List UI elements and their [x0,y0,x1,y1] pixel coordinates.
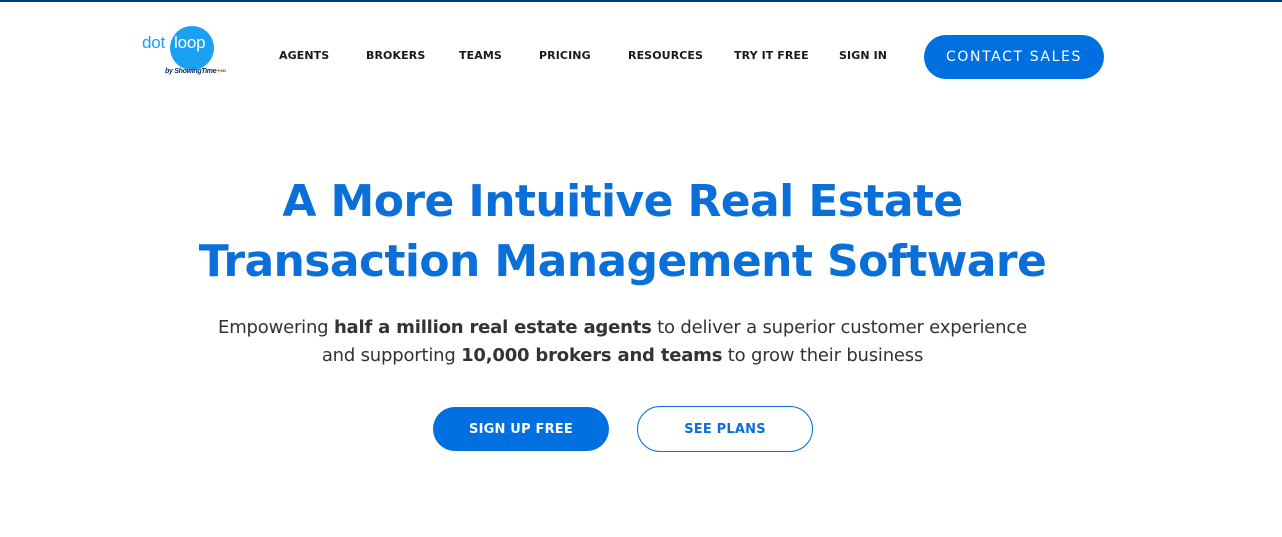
hero-title-line-1: A More Intuitive Real Estate [282,176,963,227]
logo-by-text: by [165,68,173,75]
hero-title: A More Intuitive Real Estate Transaction… [0,172,1245,292]
nav-item-teams[interactable]: TEAMS [459,49,502,62]
logo-byline: by ShowingTime+SM [165,68,226,75]
logo-text-dot: dot [142,33,166,52]
subtitle-highlight-brokers: 10,000 brokers and teams [461,345,723,366]
hero-title-line-2: Transaction Management Software [198,236,1047,287]
contact-sales-button[interactable]: CONTACT SALES [924,35,1104,79]
subtitle-text-4: to grow their business [722,345,924,366]
logo-partner-text: ShowingTime [174,68,217,75]
nav-item-agents[interactable]: AGENTS [279,49,329,62]
nav-item-resources[interactable]: RESOURCES [628,49,703,62]
logo-sm-mark: SM [220,68,226,73]
subtitle-text-2: to deliver a superior customer experienc… [651,317,1027,338]
nav-item-pricing[interactable]: PRICING [539,49,591,62]
sign-up-free-button[interactable]: SIGN UP FREE [433,407,609,451]
nav-item-try-it-free[interactable]: TRY IT FREE [734,49,809,62]
logo-text-loop: loop [174,33,206,52]
site-header: dot loop by ShowingTime+SM AGENTS BROKER… [0,2,1282,102]
see-plans-button[interactable]: SEE PLANS [637,406,813,452]
nav-item-brokers[interactable]: BROKERS [366,49,425,62]
subtitle-highlight-agents: half a million real estate agents [333,317,652,338]
dotloop-logo[interactable]: dot loop by ShowingTime+SM [141,26,237,82]
subtitle-text-3: and supporting [321,345,462,366]
nav-item-sign-in[interactable]: SIGN IN [839,49,887,62]
hero-subtitle: Empowering half a million real estate ag… [0,314,1245,370]
subtitle-text-1: Empowering [218,317,334,338]
